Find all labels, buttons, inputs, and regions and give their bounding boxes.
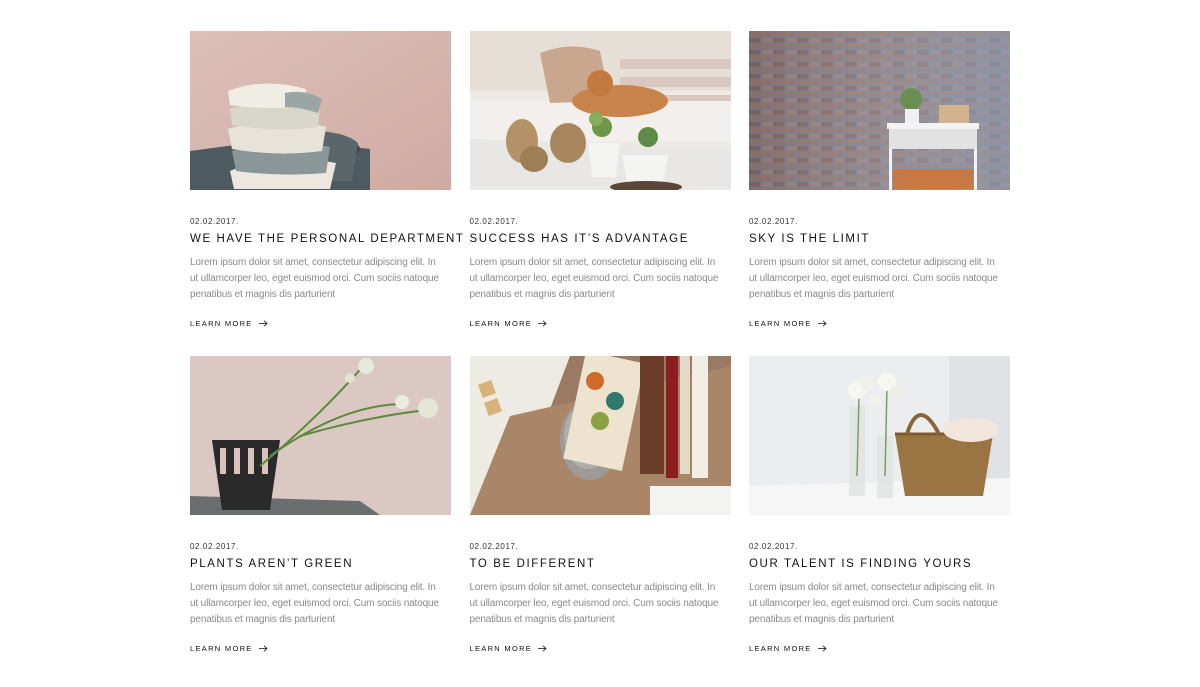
post-excerpt: Lorem ipsum dolor sit amet, consectetur … bbox=[749, 257, 998, 300]
arrow-right-icon bbox=[258, 320, 268, 327]
brain-bookend-photo bbox=[469, 356, 731, 515]
post-date: 02.02.2017. bbox=[190, 542, 239, 551]
post-date: 02.02.2017. bbox=[749, 217, 798, 226]
arrow-right-icon bbox=[538, 320, 547, 327]
post-title[interactable]: Our talent is finding yours bbox=[749, 558, 972, 570]
blog-card: 02.02.2017. Sky is the limit Lorem ipsum… bbox=[749, 31, 1010, 356]
blog-card: 02.02.2017. Plants aren’t green Lorem ip… bbox=[190, 356, 451, 681]
learn-more-link[interactable]: Learn more bbox=[749, 319, 827, 328]
post-title[interactable]: Sky is the limit bbox=[749, 233, 870, 245]
post-image-link[interactable] bbox=[749, 31, 1010, 190]
post-image-link[interactable] bbox=[469, 31, 731, 190]
post-date: 02.02.2017. bbox=[469, 217, 519, 226]
brick-wall-shelf-photo bbox=[749, 31, 1010, 190]
arrow-right-icon bbox=[817, 645, 827, 652]
learn-more-label: Learn more bbox=[190, 644, 253, 653]
blog-card: 02.02.2017. To be different Lorem ipsum … bbox=[469, 356, 731, 681]
blog-grid: 02.02.2017. We have the personal departm… bbox=[190, 31, 1010, 681]
learn-more-link[interactable]: Learn more bbox=[470, 644, 548, 653]
wicker-basket-flowers-photo bbox=[749, 356, 1010, 515]
blog-card: 02.02.2017. Our talent is finding yours … bbox=[749, 356, 1010, 681]
post-excerpt: Lorem ipsum dolor sit amet, consectetur … bbox=[469, 257, 719, 300]
post-date: 02.02.2017. bbox=[190, 217, 239, 226]
arrow-right-icon bbox=[817, 320, 827, 327]
post-date: 02.02.2017. bbox=[749, 542, 798, 551]
cat-on-sofa-photo bbox=[469, 31, 731, 190]
learn-more-label: Learn more bbox=[749, 644, 812, 653]
blog-card: 02.02.2017. Success has it’s advantage L… bbox=[469, 31, 731, 356]
learn-more-label: Learn more bbox=[469, 644, 533, 653]
post-date: 02.02.2017. bbox=[469, 542, 519, 551]
post-image-link[interactable] bbox=[190, 31, 451, 190]
post-excerpt: Lorem ipsum dolor sit amet, consectetur … bbox=[190, 257, 439, 300]
post-title[interactable]: Success has it’s advantage bbox=[470, 233, 689, 245]
post-image-link[interactable] bbox=[190, 356, 451, 515]
post-image-link[interactable] bbox=[469, 356, 731, 515]
post-image-link[interactable] bbox=[749, 356, 1010, 515]
learn-more-link[interactable]: Learn more bbox=[190, 319, 268, 328]
black-vase-flower-photo bbox=[190, 356, 451, 515]
arrow-right-icon bbox=[538, 645, 547, 652]
learn-more-label: Learn more bbox=[190, 319, 253, 328]
learn-more-label: Learn more bbox=[469, 319, 533, 328]
learn-more-label: Learn more bbox=[749, 319, 812, 328]
learn-more-link[interactable]: Learn more bbox=[470, 319, 548, 328]
post-title[interactable]: Plants aren’t green bbox=[190, 558, 353, 570]
learn-more-link[interactable]: Learn more bbox=[190, 644, 268, 653]
post-excerpt: Lorem ipsum dolor sit amet, consectetur … bbox=[469, 582, 719, 625]
post-title[interactable]: We have the personal department bbox=[190, 233, 465, 245]
post-excerpt: Lorem ipsum dolor sit amet, consectetur … bbox=[749, 582, 998, 625]
post-title[interactable]: To be different bbox=[470, 558, 596, 570]
post-excerpt: Lorem ipsum dolor sit amet, consectetur … bbox=[190, 582, 439, 625]
learn-more-link[interactable]: Learn more bbox=[749, 644, 827, 653]
arrow-right-icon bbox=[258, 645, 268, 652]
blog-card: 02.02.2017. We have the personal departm… bbox=[190, 31, 463, 356]
stacked-bowls-photo bbox=[190, 31, 451, 190]
